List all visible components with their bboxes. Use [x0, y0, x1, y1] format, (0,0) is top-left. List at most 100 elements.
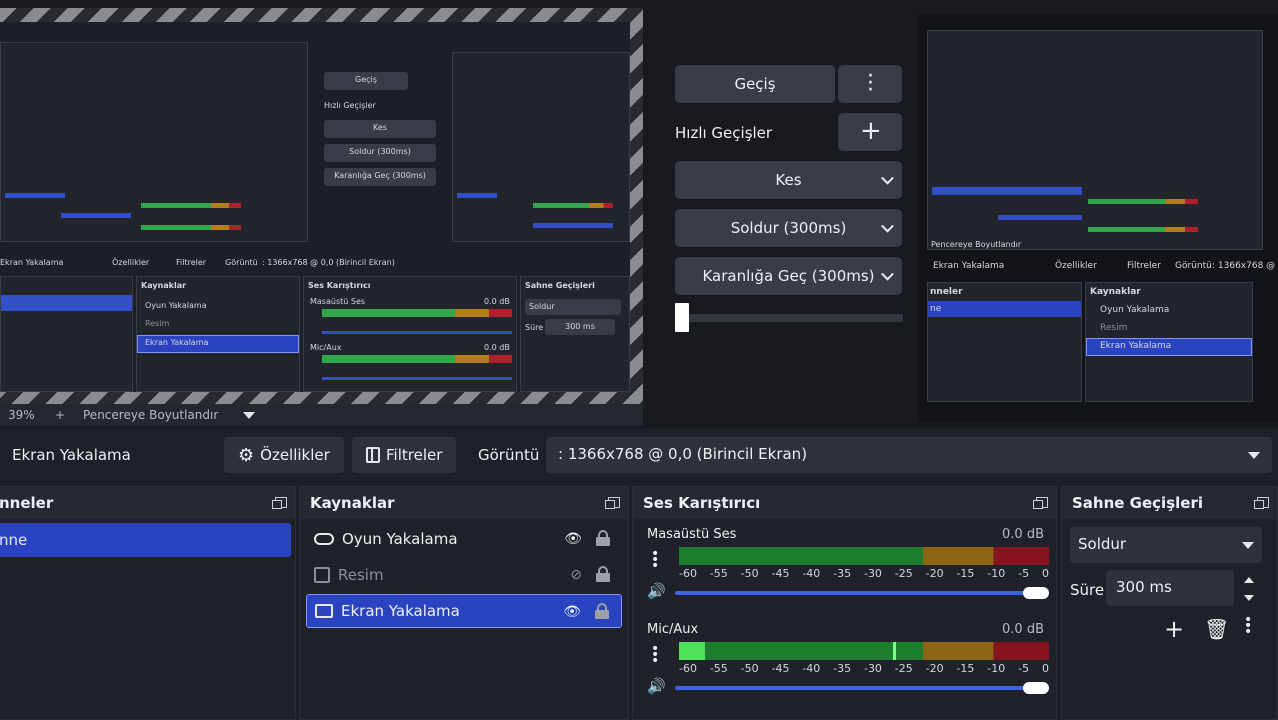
meter-scale-tick: -35 [833, 662, 852, 675]
scenes-dock: nneler nne [0, 486, 296, 720]
source-item-display-capture[interactable]: Ekran Yakalama 👁 [306, 594, 622, 628]
meter-scale-tick: -50 [740, 662, 759, 675]
meter-scale-tick: -45 [771, 567, 790, 580]
mini-fade: Soldur (300ms) [324, 144, 436, 162]
lock-icon[interactable] [596, 566, 610, 582]
meter-fill [679, 642, 705, 660]
volume-slider-knob[interactable] [1023, 682, 1049, 694]
quick-transition-fade-black-label: Karanlığa Geç (300ms) [702, 267, 875, 285]
eye-hidden-icon[interactable]: ⊘ [570, 567, 582, 583]
spin-down-icon[interactable] [1244, 595, 1254, 601]
channel-db: 0.0 dB [1002, 527, 1044, 542]
source-item-game-capture[interactable]: Oyun Yakalama 👁 [306, 522, 622, 556]
volume-meter [679, 547, 1049, 565]
dropdown-arrow-icon [1248, 452, 1260, 459]
properties-label: Özellikler [260, 446, 330, 464]
channel-menu-icon[interactable]: • • • [651, 642, 659, 668]
sources-dock-title-text: Kaynaklar [310, 494, 395, 512]
volume-slider[interactable] [675, 686, 1049, 690]
channel-name: Masaüstü Ses [647, 527, 737, 542]
spin-up-icon[interactable] [1244, 577, 1254, 583]
trash-icon[interactable]: 🗑 [1204, 617, 1229, 641]
nested-capture-right [452, 52, 630, 242]
vertical-dots-icon[interactable]: • • • [1244, 613, 1252, 639]
program-properties: Özellikler [1055, 261, 1097, 271]
program-filters: Filtreler [1127, 261, 1161, 271]
transitions-dock-title: Sahne Geçişleri [1062, 487, 1277, 519]
scenes-dock-title: nneler [0, 487, 295, 519]
display-select[interactable]: : 1366x768 @ 0,0 (Birincil Ekran) [546, 437, 1272, 473]
source-item-image[interactable]: Resim ⊘ [306, 558, 622, 592]
source-item-label: Resim [338, 566, 384, 584]
plus-icon: + [860, 116, 882, 146]
mini-properties: Özellikler [112, 258, 150, 267]
speaker-icon[interactable]: 🔊 [647, 582, 666, 600]
meter-scale-tick: -15 [956, 567, 975, 580]
eye-icon[interactable]: 👁 [564, 531, 582, 547]
volume-slider[interactable] [675, 591, 1049, 595]
filters-button[interactable]: Filtreler [352, 437, 457, 473]
chevron-down-icon [881, 267, 894, 281]
duration-input[interactable]: 300 ms [1106, 570, 1234, 606]
quick-transition-fade[interactable]: Soldur (300ms) [675, 209, 902, 247]
scenes-dock-title-text: nneler [0, 494, 54, 512]
preview-content: Geçiş Hızlı Geçişler Kes Soldur (300ms) … [0, 22, 630, 392]
meter-peak [893, 642, 896, 660]
meter-scale-tick: -5 [1018, 567, 1030, 580]
sources-dock-title: Kaynaklar [300, 487, 628, 519]
add-quick-transition-button[interactable]: + [838, 113, 902, 151]
resize-dropdown-label[interactable]: Pencereye Boyutlandır [83, 408, 218, 422]
meter-scale-tick: 0 [1041, 662, 1049, 675]
meter-scale-tick: -10 [987, 662, 1006, 675]
scene-item-selected[interactable]: nne [0, 523, 291, 557]
mini-cut: Kes [324, 120, 436, 138]
transition-select-value: Soldur [1078, 535, 1127, 553]
dock-float-icon[interactable] [1254, 497, 1269, 509]
dock-float-icon[interactable] [272, 497, 287, 509]
speaker-icon[interactable]: 🔊 [647, 677, 666, 695]
tbar-track[interactable] [675, 314, 903, 322]
zoom-in-button[interactable]: + [55, 408, 65, 422]
meter-scale-tick: -30 [863, 662, 882, 675]
plus-icon[interactable]: + [1164, 615, 1184, 643]
mini-source: Ekran Yakalama [0, 258, 64, 267]
monitor-icon [315, 604, 333, 618]
meter-scale-tick: -40 [802, 567, 821, 580]
meter-scale-tick: -55 [709, 567, 728, 580]
preview-canvas[interactable]: Geçiş Hızlı Geçişler Kes Soldur (300ms) … [0, 8, 643, 405]
chevron-down-icon [881, 219, 894, 233]
mini-transitions-dock: Sahne Geçişleri Soldur Süre 300 ms [520, 276, 630, 392]
mini-fade-black: Karanlığa Geç (300ms) [324, 168, 436, 186]
program-canvas[interactable]: Pencereye Boyutlandır Ekran Yakalama Öze… [917, 14, 1278, 422]
volume-meter [679, 642, 1049, 660]
quick-transition-fade-black[interactable]: Karanlığa Geç (300ms) [675, 257, 902, 295]
meter-scale-tick: -50 [740, 567, 759, 580]
meter-scale-tick: -35 [833, 567, 852, 580]
mixer-channel-desktop: Masaüstü Ses 0.0 dB • • • -60 -55 -50 -45 -40-… [643, 525, 1049, 607]
quick-transition-cut[interactable]: Kes [675, 161, 902, 199]
gear-icon: ⚙ [238, 444, 255, 466]
context-source-name: Ekran Yakalama [12, 446, 131, 464]
transition-select[interactable]: Soldur [1070, 527, 1262, 563]
source-context-bar: Ekran Yakalama ⚙ Özellikler Filtreler Gö… [0, 430, 1278, 480]
mixer-dock-title: Ses Karıştırıcı [633, 487, 1056, 519]
display-label: Görüntü [478, 446, 540, 464]
transition-button[interactable]: Geçiş [675, 65, 835, 103]
source-item-label: Oyun Yakalama [342, 530, 458, 548]
program-display-value: : 1366x768 @ 0,0 (Birincil Ekran) [1212, 261, 1278, 271]
meter-scale: -60 -55 -50 -45 -40 -35 -30 -25 -20 -15 -10 -5 0 [679, 662, 1049, 675]
dock-float-icon[interactable] [1033, 497, 1048, 509]
resize-dropdown-arrow-icon[interactable] [243, 412, 255, 419]
eye-icon[interactable]: 👁 [563, 604, 581, 620]
filter-icon [366, 447, 380, 463]
tbar-handle[interactable] [675, 303, 689, 332]
lock-icon[interactable] [595, 603, 609, 619]
properties-button[interactable]: ⚙ Özellikler [224, 437, 344, 473]
transition-menu-button[interactable]: · · · [838, 65, 902, 103]
lock-icon[interactable] [596, 530, 610, 546]
channel-menu-icon[interactable]: • • • [651, 547, 659, 573]
dock-float-icon[interactable] [605, 497, 620, 509]
chevron-down-icon [881, 171, 894, 185]
volume-slider-knob[interactable] [1023, 587, 1049, 599]
meter-scale-tick: -10 [987, 567, 1006, 580]
